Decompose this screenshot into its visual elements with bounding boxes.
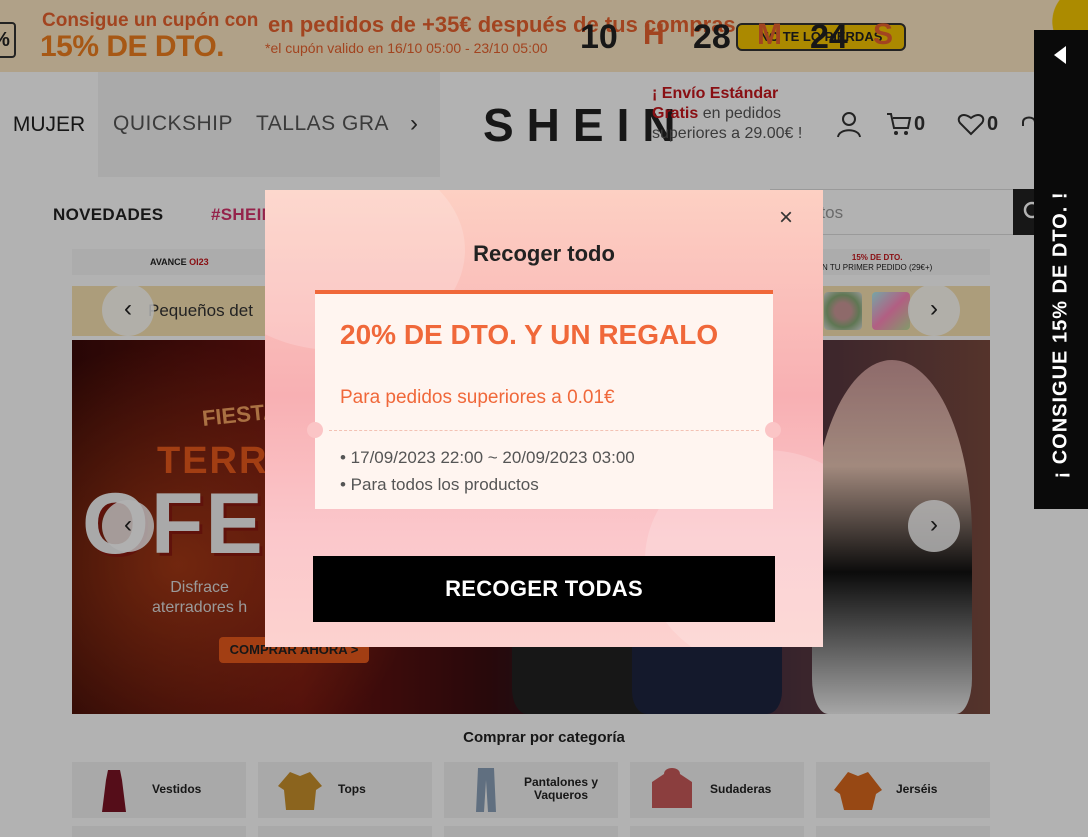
modal-title: Recoger todo <box>473 241 615 266</box>
side-tab-text: ¡ CONSIGUE 15% DE DTO. ! <box>1049 191 1072 479</box>
discount-side-tab[interactable]: ¡ CONSIGUE 15% DE DTO. ! <box>1034 30 1088 509</box>
coupon-modal: × Recoger todo 20% DE DTO. Y UN REGALO P… <box>265 190 823 647</box>
coupon-notch-left <box>307 422 323 438</box>
coupon-divider <box>329 430 759 431</box>
close-icon[interactable]: × <box>774 206 798 231</box>
coupon-card: 20% DE DTO. Y UN REGALO Para pedidos sup… <box>307 290 781 509</box>
coupon-validity: • 17/09/2023 22:00 ~ 20/09/2023 03:00 <box>340 448 635 467</box>
collect-all-button[interactable]: RECOGER TODAS <box>313 556 775 622</box>
collapse-arrow-icon[interactable] <box>1054 46 1066 64</box>
coupon-condition: Para pedidos superiores a 0.01€ <box>340 387 615 408</box>
coupon-scope: • Para todos los productos <box>340 475 539 494</box>
coupon-notch-right <box>765 422 781 438</box>
coupon-title: 20% DE DTO. Y UN REGALO <box>340 319 719 350</box>
